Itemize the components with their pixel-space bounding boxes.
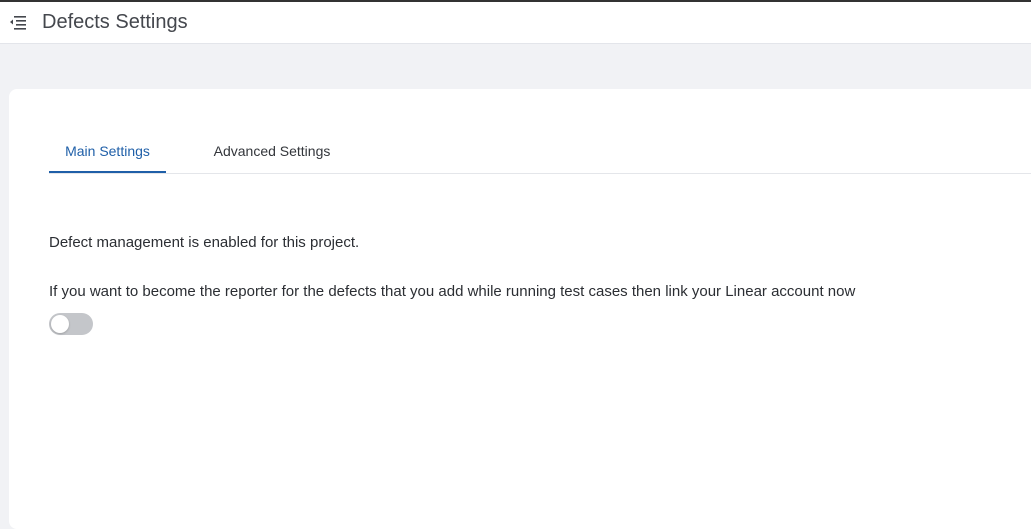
settings-card: Main Settings Advanced Settings Defect m… [9, 89, 1031, 529]
settings-tabs: Main Settings Advanced Settings [49, 129, 1031, 174]
link-account-prompt: If you want to become the reporter for t… [49, 283, 856, 300]
page-title: Defects Settings [42, 11, 188, 33]
tab-advanced-settings[interactable]: Advanced Settings [198, 129, 346, 172]
tab-main-settings[interactable]: Main Settings [49, 129, 166, 173]
defect-status-text: Defect management is enabled for this pr… [49, 234, 360, 251]
page-header: Defects Settings [0, 2, 1031, 44]
link-account-toggle[interactable] [49, 313, 93, 335]
toggle-knob [51, 315, 69, 333]
menu-collapse-icon[interactable] [9, 14, 27, 30]
